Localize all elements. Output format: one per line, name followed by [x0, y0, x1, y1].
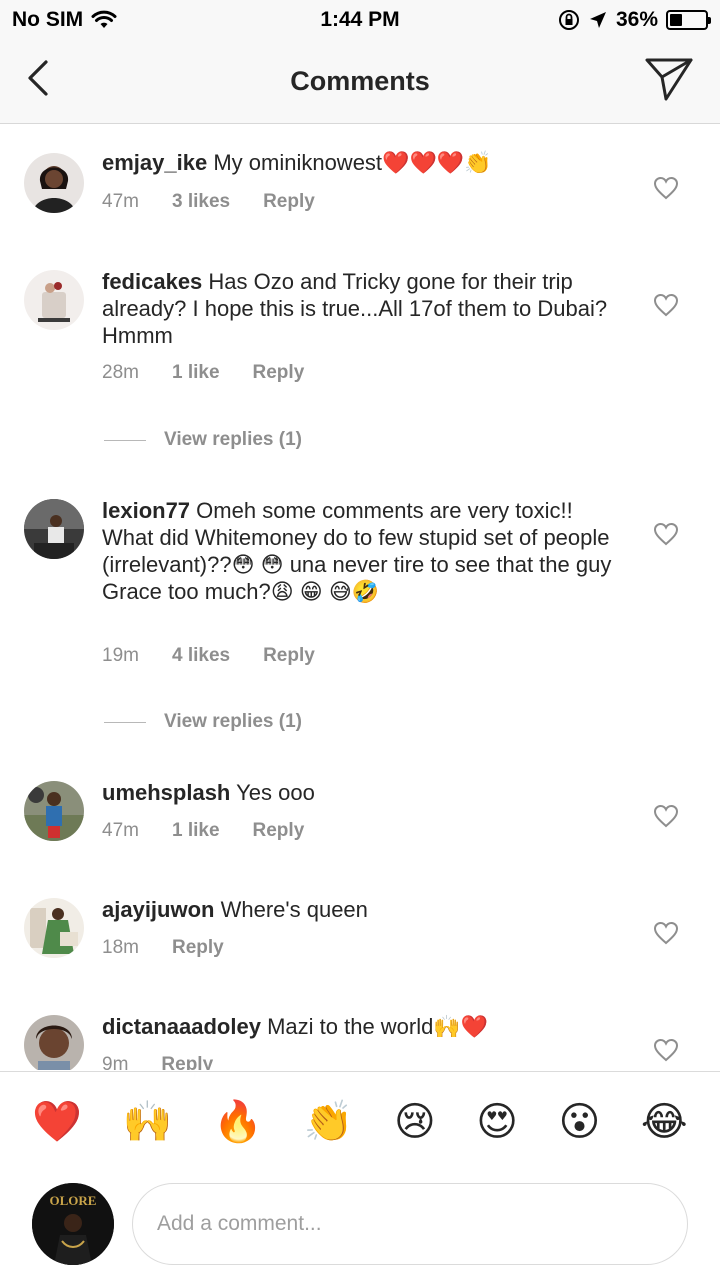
comment-likes[interactable]: 1 like — [172, 362, 220, 384]
comment-text: dictanaaadoley Mazi to the world🙌❤️ — [102, 1013, 612, 1040]
location-arrow-icon — [589, 12, 606, 28]
reaction-bar: ❤️ 🙌 🔥 👏 😢 😍 😮 😂 — [0, 1071, 720, 1171]
reaction-laughing-emoji[interactable]: 😂 — [641, 1102, 688, 1142]
heart-icon[interactable] — [653, 293, 679, 317]
heart-icon[interactable] — [653, 1038, 679, 1062]
view-replies-button[interactable]: View replies (1) — [104, 711, 302, 733]
battery-icon — [666, 10, 711, 30]
comment-time: 9m — [102, 1054, 129, 1070]
comment-text: emjay_ike My ominiknowest❤️❤️❤️👏 — [102, 149, 612, 176]
carrier-label: No SIM — [12, 8, 84, 31]
comment-username[interactable]: dictanaaadoley — [102, 1014, 261, 1039]
comment-composer: OLORE — [0, 1171, 720, 1280]
comment-content: Where's queen — [220, 897, 368, 922]
comment-username[interactable]: umehsplash — [102, 780, 230, 805]
reaction-raised-hands-emoji[interactable]: 🙌 — [123, 1102, 173, 1142]
comments-list[interactable]: emjay_ike My ominiknowest❤️❤️❤️👏 47m 3 l… — [0, 125, 720, 1070]
view-replies-button[interactable]: View replies (1) — [104, 429, 302, 451]
reaction-clap-emoji[interactable]: 👏 — [304, 1102, 354, 1142]
comment-content: My ominiknowest❤️❤️❤️👏 — [213, 150, 492, 175]
comment-meta: 47m 1 like Reply — [102, 820, 304, 842]
comment-meta: 9m Reply — [102, 1054, 213, 1070]
view-replies-line — [104, 721, 146, 723]
comment-time: 47m — [102, 820, 139, 841]
user-avatar-image: OLORE — [32, 1183, 114, 1265]
comment-time: 28m — [102, 362, 139, 383]
comment-text: lexion77 Omeh some comments are very tox… — [102, 497, 612, 605]
comment-meta: 47m 3 likes Reply — [102, 191, 315, 213]
reaction-surprised-emoji[interactable]: 😮 — [559, 1102, 601, 1142]
avatar[interactable] — [24, 781, 84, 841]
orientation-lock-icon — [558, 10, 579, 30]
comment-likes[interactable]: 1 like — [172, 820, 220, 842]
reaction-crying-emoji[interactable]: 😢 — [394, 1102, 436, 1142]
reply-button[interactable]: Reply — [253, 820, 305, 842]
comment-username[interactable]: ajayijuwon — [102, 897, 214, 922]
heart-icon[interactable] — [653, 522, 679, 546]
avatar[interactable] — [24, 1015, 84, 1070]
comment-meta: 19m 4 likes Reply — [102, 645, 315, 667]
comment-likes[interactable]: 4 likes — [172, 645, 230, 667]
reaction-heart-eyes-emoji[interactable]: 😍 — [476, 1102, 518, 1142]
reply-button[interactable]: Reply — [253, 362, 305, 384]
reply-button[interactable]: Reply — [263, 191, 315, 213]
heart-icon[interactable] — [653, 804, 679, 828]
comment-time: 18m — [102, 937, 139, 958]
reaction-heart-emoji[interactable]: ❤️ — [32, 1102, 82, 1142]
wifi-icon — [91, 10, 117, 28]
avatar[interactable] — [24, 499, 84, 559]
comment-text: fedicakes Has Ozo and Tricky gone for th… — [102, 268, 612, 349]
nav-bar: Comments — [0, 40, 720, 124]
comment-content: Mazi to the world🙌❤️ — [267, 1014, 489, 1039]
avatar[interactable] — [24, 270, 84, 330]
comment-username[interactable]: emjay_ike — [102, 150, 207, 175]
comment-time: 47m — [102, 191, 139, 212]
comment-username[interactable]: lexion77 — [102, 498, 190, 523]
reply-button[interactable]: Reply — [172, 937, 224, 959]
reply-button[interactable]: Reply — [161, 1054, 213, 1070]
paper-plane-icon[interactable] — [644, 56, 694, 102]
comment-input[interactable] — [132, 1183, 688, 1265]
comment-text: ajayijuwon Where's queen — [102, 896, 612, 923]
battery-percent: 36% — [615, 8, 658, 31]
comment-content: Yes ooo — [236, 780, 315, 805]
chevron-left-icon[interactable] — [22, 58, 56, 98]
avatar[interactable] — [24, 153, 84, 213]
comment-meta: 28m 1 like Reply — [102, 362, 304, 384]
current-user-avatar[interactable]: OLORE — [32, 1183, 114, 1265]
battery-fill — [670, 14, 683, 26]
avatar[interactable] — [24, 898, 84, 958]
status-right: 36% — [558, 8, 711, 32]
avatar-logo-text: OLORE — [50, 1193, 97, 1208]
reply-button[interactable]: Reply — [263, 645, 315, 667]
view-replies-label[interactable]: View replies (1) — [164, 711, 302, 733]
comment-meta: 18m Reply — [102, 937, 224, 959]
heart-icon[interactable] — [653, 176, 679, 200]
view-replies-line — [104, 439, 146, 441]
comment-username[interactable]: fedicakes — [102, 269, 202, 294]
comment-text: umehsplash Yes ooo — [102, 779, 612, 806]
status-bar: No SIM 1:44 PM 36% — [0, 0, 720, 40]
reaction-fire-emoji[interactable]: 🔥 — [213, 1102, 263, 1142]
comment-likes[interactable]: 3 likes — [172, 191, 230, 213]
page-title: Comments — [290, 66, 430, 96]
heart-icon[interactable] — [653, 921, 679, 945]
status-left: No SIM — [12, 8, 117, 32]
comment-time: 19m — [102, 645, 139, 666]
view-replies-label[interactable]: View replies (1) — [164, 429, 302, 451]
